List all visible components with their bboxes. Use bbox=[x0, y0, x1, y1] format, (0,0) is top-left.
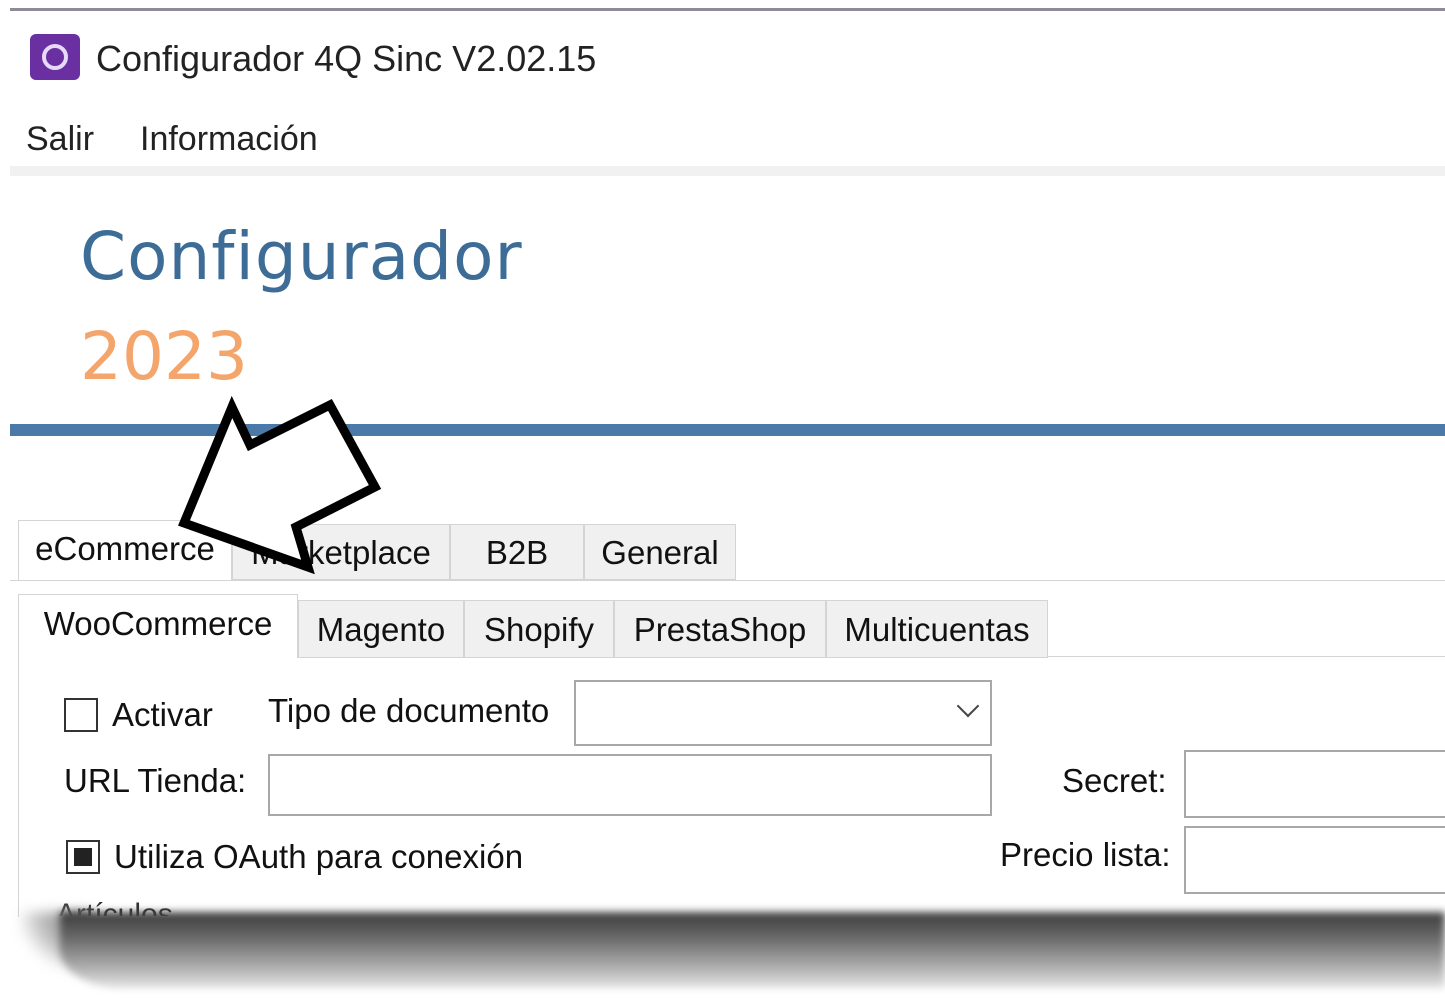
url-tienda-input[interactable] bbox=[268, 754, 992, 816]
activar-label: Activar bbox=[112, 696, 213, 733]
tab-b2b[interactable]: B2B bbox=[450, 524, 584, 580]
activar-checkbox[interactable] bbox=[64, 698, 98, 732]
pointer-arrow-icon bbox=[178, 395, 382, 575]
secret-input[interactable] bbox=[1184, 750, 1445, 818]
chevron-down-icon bbox=[956, 694, 980, 718]
precio-lista-input[interactable] bbox=[1184, 826, 1445, 894]
app-4q-icon bbox=[30, 34, 80, 80]
edge-shadow bbox=[60, 912, 1445, 988]
window-top-border bbox=[10, 8, 1445, 11]
tipo-documento-select[interactable] bbox=[574, 680, 992, 746]
oauth-checkbox[interactable] bbox=[66, 840, 100, 874]
tipo-documento-label: Tipo de documento bbox=[268, 692, 550, 729]
window-title: Configurador 4Q Sinc V2.02.15 bbox=[96, 38, 597, 79]
tab-multicuentas[interactable]: Multicuentas bbox=[826, 600, 1048, 658]
menu-informacion[interactable]: Información bbox=[140, 120, 318, 159]
inner-tab-strip: WooCommerce Magento Shopify PrestaShop M… bbox=[18, 594, 1445, 658]
title-bar: Configurador 4Q Sinc V2.02.15 bbox=[0, 30, 1445, 90]
brand-year: 2023 bbox=[80, 318, 248, 395]
oauth-label: Utiliza OAuth para conexión bbox=[114, 838, 524, 875]
secret-label: Secret: bbox=[1062, 762, 1167, 799]
tab-shopify[interactable]: Shopify bbox=[464, 600, 614, 658]
menu-salir[interactable]: Salir bbox=[26, 120, 94, 159]
menu-separator bbox=[10, 166, 1445, 176]
menu-bar: Salir Información bbox=[0, 110, 1445, 166]
precio-lista-label: Precio lista: bbox=[1000, 836, 1171, 873]
brand-title: Configurador bbox=[80, 218, 523, 295]
tab-prestashop[interactable]: PrestaShop bbox=[614, 600, 826, 658]
tab-general[interactable]: General bbox=[584, 524, 736, 580]
url-tienda-label: URL Tienda: bbox=[64, 762, 247, 799]
tab-woocommerce[interactable]: WooCommerce bbox=[18, 594, 298, 658]
tab-magento[interactable]: Magento bbox=[298, 600, 464, 658]
